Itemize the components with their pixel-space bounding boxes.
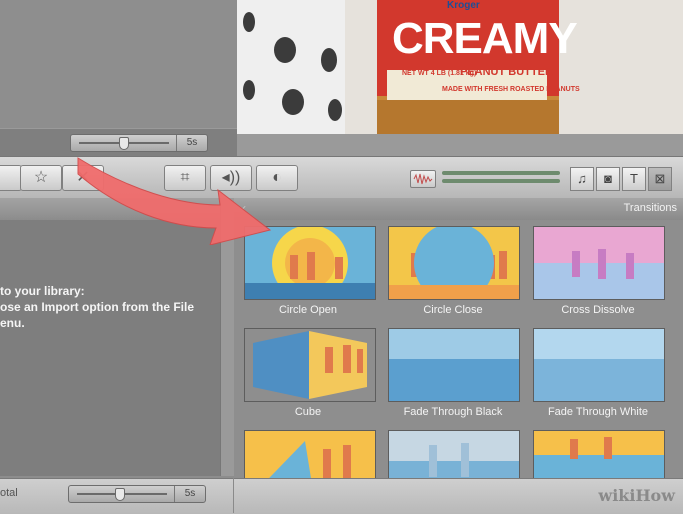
transitions-icon: ⊠ xyxy=(654,171,666,186)
transitions-browser-button[interactable]: ⊠ xyxy=(648,167,672,191)
transition-label: Fade Through Black xyxy=(403,406,503,418)
jar-title: CREAMY xyxy=(392,14,578,63)
slider-knob[interactable] xyxy=(115,488,125,501)
wikihow-watermark: wikiHow xyxy=(598,486,675,505)
message-line-2: ose an Import option from the File xyxy=(0,300,195,314)
transition-label: Circle Close xyxy=(423,304,483,316)
music-note-icon: ♫ xyxy=(577,171,587,186)
row3-preview-3 xyxy=(534,431,664,478)
zoom-value: 5s xyxy=(176,135,207,151)
transition-label: Cube xyxy=(294,406,322,418)
transition-thumb-fade-through-black[interactable] xyxy=(388,328,520,402)
message-line-3: enu. xyxy=(0,316,25,330)
row3-preview-1 xyxy=(245,431,375,478)
title-browser-button[interactable]: T xyxy=(622,167,646,191)
row3-preview-2 xyxy=(389,431,519,478)
cube-preview xyxy=(245,329,375,401)
transitions-header: ⌵ Transitions xyxy=(234,198,683,221)
fade-white-preview xyxy=(534,329,664,401)
circle-close-preview xyxy=(389,227,519,299)
transition-thumb-circle-close[interactable] xyxy=(388,226,520,300)
transition-thumb-cube[interactable] xyxy=(244,328,376,402)
total-label: otal xyxy=(0,487,18,499)
zoom-value: 5s xyxy=(174,486,205,502)
library-import-message: to your library: ose an Import option fr… xyxy=(0,283,220,331)
favorite-star-button[interactable]: ☆ xyxy=(20,165,62,191)
transition-thumb-row3-3[interactable] xyxy=(533,430,665,478)
transition-label: Fade Through White xyxy=(547,406,649,418)
bottom-bar: otal 5s xyxy=(0,478,683,514)
photo-browser-button[interactable]: ◙ xyxy=(596,167,620,191)
transition-thumb-cross-dissolve[interactable] xyxy=(533,226,665,300)
star-icon: ☆ xyxy=(33,169,49,186)
transition-thumb-fade-through-white[interactable] xyxy=(533,328,665,402)
waveform-icon xyxy=(413,173,433,185)
camera-icon: ◙ xyxy=(604,171,612,186)
audio-level-meter-bottom xyxy=(442,179,560,183)
jar-subtitle: PEANUT BUTTER xyxy=(460,66,553,78)
transitions-title: Transitions xyxy=(623,202,677,214)
preview-viewer: Kroger CREAMY NET WT 4 LB (1.81 kg) PEAN… xyxy=(237,0,683,134)
transition-thumb-row3-2[interactable] xyxy=(388,430,520,478)
library-zoom-slider[interactable]: 5s xyxy=(68,485,206,503)
transitions-grid: Circle Open Circle Close Cross Dissolve xyxy=(234,220,683,478)
transition-thumb-row3-1[interactable] xyxy=(244,430,376,478)
audio-waveform-button[interactable] xyxy=(410,170,436,188)
bottom-separator xyxy=(233,478,234,513)
annotation-arrow xyxy=(77,157,272,245)
audio-level-meter-top xyxy=(442,171,560,175)
title-t-icon: T xyxy=(630,171,638,186)
music-browser-button[interactable]: ♫ xyxy=(570,167,594,191)
fade-black-preview xyxy=(389,329,519,401)
cross-dissolve-preview xyxy=(534,227,664,299)
transition-label: Circle Open xyxy=(278,304,338,316)
jar-brand: Kroger xyxy=(447,0,480,11)
viewer-footer xyxy=(237,134,683,156)
message-line-1: to your library: xyxy=(0,284,85,298)
toolbar-left-button[interactable] xyxy=(0,165,22,191)
jar-note: MADE WITH FRESH ROASTED PEANUTS xyxy=(442,86,580,93)
project-area xyxy=(0,0,237,128)
slider-knob[interactable] xyxy=(119,137,129,150)
transition-label: Cross Dissolve xyxy=(561,304,635,316)
